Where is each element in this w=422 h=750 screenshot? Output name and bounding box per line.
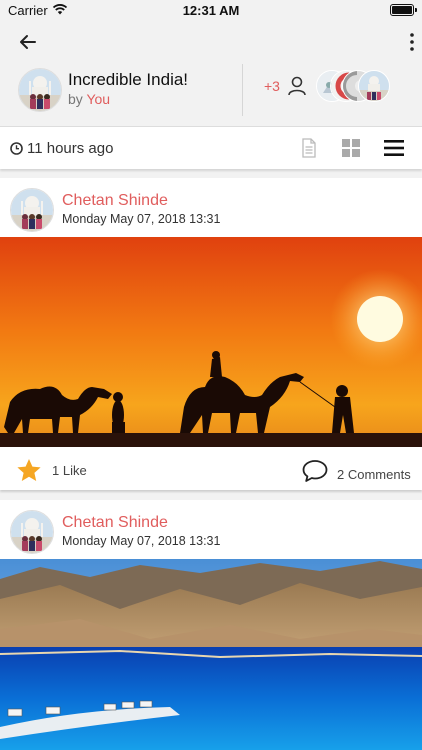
status-time: 12:31 AM [182,3,240,18]
battery-icon [390,4,417,16]
author-name[interactable]: Chetan Shinde [62,514,168,532]
post-card: Chetan Shinde Monday May 07, 2018 13:31 [0,500,422,750]
more-vertical-icon[interactable] [406,32,418,52]
member-avatars[interactable] [316,70,396,102]
star-icon[interactable] [16,458,42,483]
extra-members-count[interactable]: +3 [264,78,280,94]
post-photo[interactable] [0,559,422,750]
comment-icon[interactable] [302,459,328,483]
owner-name[interactable]: You [86,91,110,107]
status-bar: Carrier 12:31 AM [0,0,422,22]
like-count[interactable]: 1 Like [52,463,87,478]
view-toolbar: 11 hours ago [0,126,422,169]
back-arrow-icon[interactable] [14,28,42,56]
comment-count[interactable]: 2 Comments [337,467,411,482]
grid-view-icon[interactable] [342,139,360,157]
post-photo[interactable] [0,237,422,447]
time-ago-label: 11 hours ago [27,140,114,157]
owner-prefix: by [68,91,83,107]
album-title: Incredible India! [68,70,189,89]
album-avatar[interactable] [18,68,62,112]
document-view-icon[interactable] [300,138,318,158]
member-avatar [358,70,390,102]
post-date: Monday May 07, 2018 13:31 [62,534,221,548]
user-icon[interactable] [287,75,307,97]
list-view-icon[interactable] [384,139,404,157]
album-owner: by You [68,91,110,107]
header-divider [242,64,243,116]
author-name[interactable]: Chetan Shinde [62,192,168,210]
post-card: Chetan Shinde Monday May 07, 2018 13:31 [0,178,422,490]
author-avatar[interactable] [10,188,54,232]
author-avatar[interactable] [10,510,54,554]
post-date: Monday May 07, 2018 13:31 [62,212,221,226]
clock-icon [10,142,23,155]
album-header: Incredible India! by You +3 [0,22,422,126]
